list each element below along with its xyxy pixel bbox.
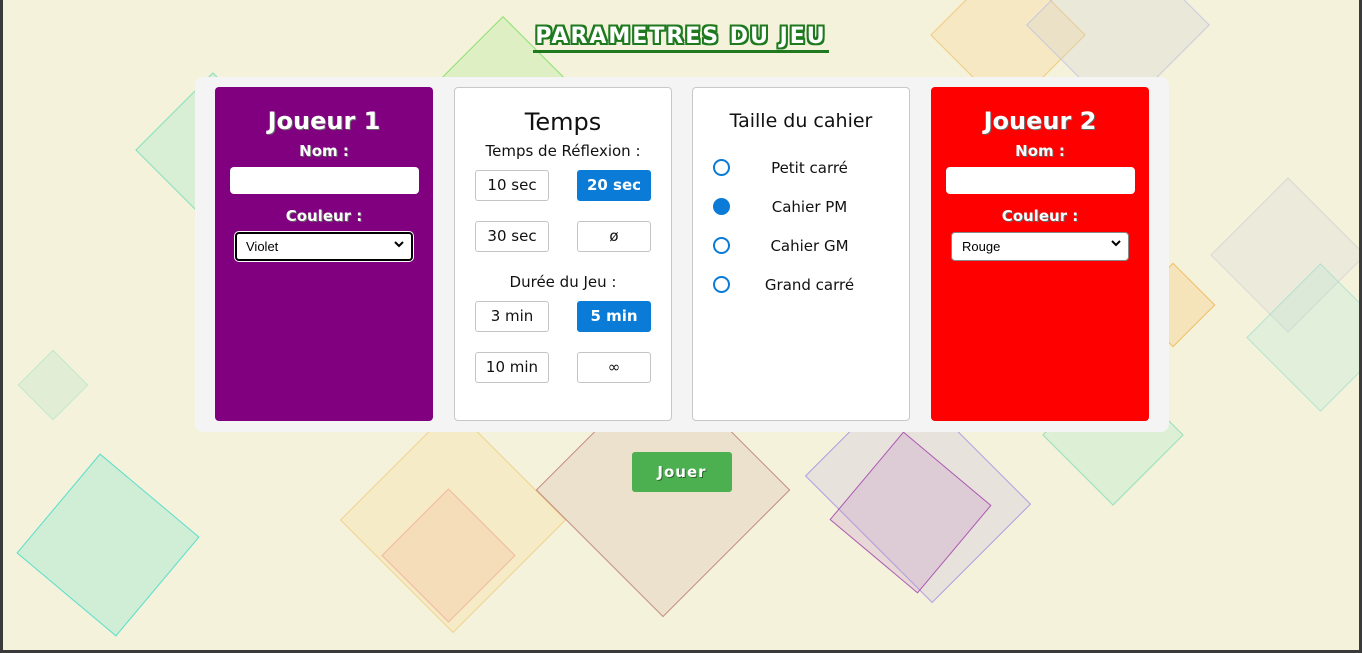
notebook-option-grand-carre[interactable]: Grand carré	[693, 265, 909, 304]
radio-button[interactable]	[713, 237, 730, 254]
notebook-option-cahier-pm[interactable]: Cahier PM	[693, 187, 909, 226]
reflection-10sec-button[interactable]: 10 sec	[475, 170, 549, 201]
settings-panel: Joueur 1 Nom : Couleur : Violet Temps Te…	[195, 77, 1169, 432]
time-card: Temps Temps de Réflexion : 10 sec 20 sec…	[454, 87, 672, 421]
reflection-30sec-button[interactable]: 30 sec	[475, 221, 549, 252]
notebook-option-cahier-gm[interactable]: Cahier GM	[693, 226, 909, 265]
player2-card: Joueur 2 Nom : Couleur : Rouge	[931, 87, 1149, 421]
duration-infinite-button[interactable]: ∞	[577, 352, 651, 383]
notebook-option-petit-carre[interactable]: Petit carré	[693, 148, 909, 187]
player1-name-input[interactable]	[229, 167, 419, 194]
player2-color-value: Rouge	[962, 239, 1001, 254]
radio-button-checked[interactable]	[713, 198, 730, 215]
notebook-heading: Taille du cahier	[729, 110, 873, 132]
player2-heading: Joueur 2	[983, 107, 1097, 135]
game-duration-label: Durée du Jeu :	[509, 273, 617, 291]
player1-color-select[interactable]: Violet	[235, 232, 413, 261]
reflection-time-label: Temps de Réflexion :	[485, 142, 641, 160]
settings-page: PARAMETRES DU JEU Joueur 1 Nom : Couleur…	[3, 0, 1359, 650]
page-title: PARAMETRES DU JEU	[3, 24, 1359, 53]
player2-name-label: Nom :	[1015, 142, 1065, 160]
chevron-down-icon	[393, 238, 405, 253]
play-button[interactable]: Jouer	[632, 452, 732, 492]
player1-card: Joueur 1 Nom : Couleur : Violet	[215, 87, 433, 421]
chevron-down-icon	[1110, 237, 1122, 252]
time-heading: Temps	[524, 108, 602, 136]
player2-name-input[interactable]	[945, 167, 1135, 194]
player2-color-select[interactable]: Rouge	[951, 232, 1129, 261]
reflection-20sec-button[interactable]: 20 sec	[577, 170, 651, 201]
reflection-none-button[interactable]: ø	[577, 221, 651, 252]
radio-button[interactable]	[713, 276, 730, 293]
player1-color-value: Violet	[246, 239, 279, 254]
duration-5min-button[interactable]: 5 min	[577, 301, 651, 332]
player2-color-label: Couleur :	[1001, 207, 1079, 225]
duration-3min-button[interactable]: 3 min	[475, 301, 549, 332]
player1-heading: Joueur 1	[267, 107, 381, 135]
player1-name-label: Nom :	[299, 142, 349, 160]
player1-color-label: Couleur :	[285, 207, 363, 225]
duration-10min-button[interactable]: 10 min	[475, 352, 549, 383]
radio-button[interactable]	[713, 159, 730, 176]
notebook-card: Taille du cahier Petit carré Cahier PM C…	[692, 87, 910, 421]
